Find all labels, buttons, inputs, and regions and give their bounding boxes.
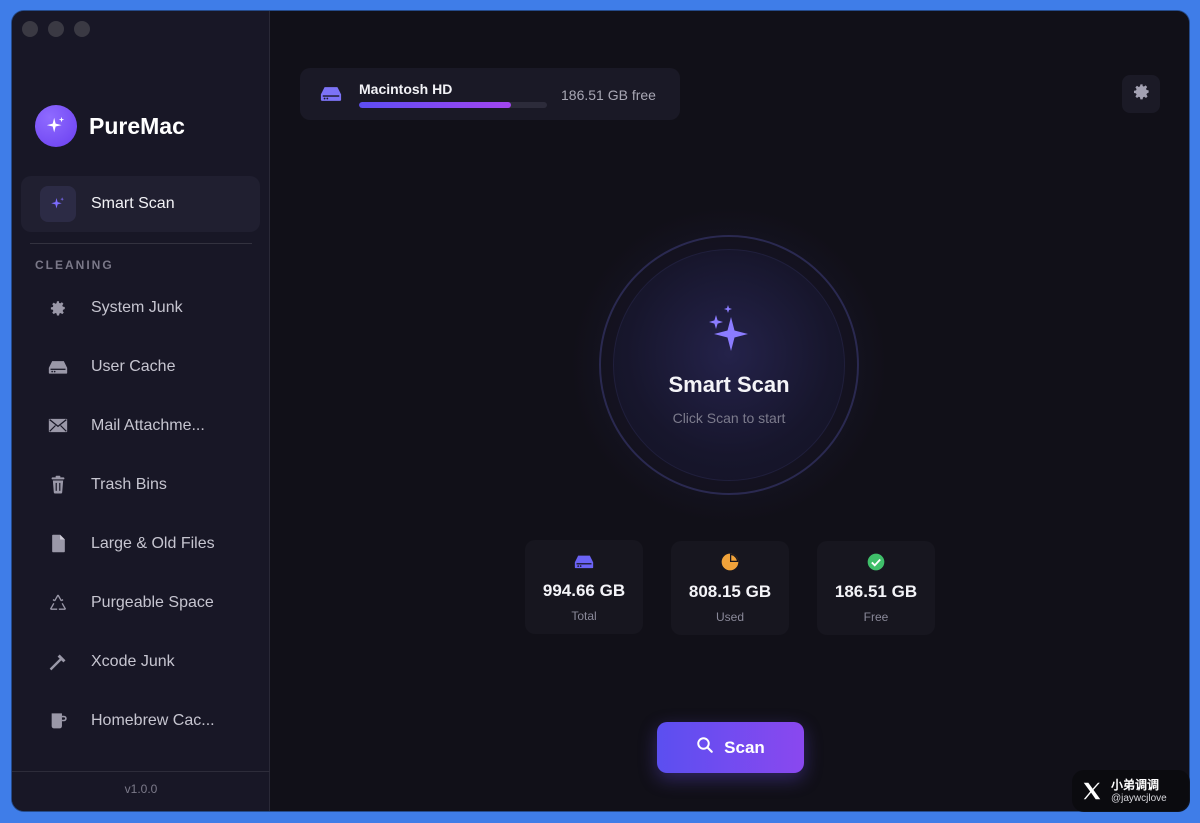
sidebar-item-label: Homebrew Cac... [91, 711, 215, 729]
sidebar-item-label: Smart Scan [91, 195, 175, 212]
sidebar-item-xcode-junk[interactable]: Xcode Junk [21, 632, 260, 691]
sidebar-item-label: Purgeable Space [91, 593, 214, 611]
window-controls [22, 21, 90, 37]
sidebar-item-label: Xcode Junk [91, 652, 175, 670]
watermark-badge: 小弟调调 @jaywcjlove [1072, 770, 1190, 812]
mail-icon [48, 416, 68, 436]
brand: PureMac [35, 105, 185, 147]
trash-icon [48, 475, 68, 495]
x-logo-icon [1081, 780, 1103, 802]
scan-subtitle: Click Scan to start [672, 410, 786, 426]
drive-icon [48, 357, 68, 377]
stat-card-total: 994.66 GB Total [525, 540, 643, 634]
minimize-window-button[interactable] [48, 21, 64, 37]
sidebar-nav: System Junk User Cache Mail Attachme... … [21, 278, 260, 750]
scan-button-label: Scan [724, 737, 765, 757]
search-icon [696, 736, 714, 759]
section-title-cleaning: CLEANING [35, 258, 114, 272]
sidebar-item-label: User Cache [91, 357, 176, 375]
stat-value: 186.51 GB [834, 582, 918, 601]
mug-icon [48, 711, 68, 731]
disk-usage-bar [359, 102, 547, 108]
sidebar-item-label: Large & Old Files [91, 534, 215, 552]
sidebar: PureMac Smart Scan CLEANING System Junk [12, 11, 270, 811]
watermark-handle: @jaywcjlove [1111, 792, 1167, 804]
sparkle-icon [40, 186, 76, 222]
sidebar-item-system-junk[interactable]: System Junk [21, 278, 260, 337]
divider [30, 243, 252, 244]
sidebar-item-user-cache[interactable]: User Cache [21, 337, 260, 396]
sparkle-icon [705, 305, 753, 366]
sidebar-item-label: System Junk [91, 298, 183, 316]
app-version: v1.0.0 [124, 782, 158, 796]
gear-icon [48, 298, 68, 318]
settings-button[interactable] [1122, 75, 1160, 113]
stat-card-used: 808.15 GB Used [671, 541, 789, 635]
scan-title: Smart Scan [668, 372, 790, 397]
divider [12, 771, 270, 772]
sparkle-logo-icon [35, 105, 77, 147]
pie-chart-icon [720, 552, 740, 572]
sidebar-item-large-old-files[interactable]: Large & Old Files [21, 514, 260, 573]
sidebar-item-purgeable-space[interactable]: Purgeable Space [21, 573, 260, 632]
gear-icon [1132, 82, 1151, 106]
app-window: PureMac Smart Scan CLEANING System Junk [12, 11, 1189, 811]
sidebar-item-mail-attachments[interactable]: Mail Attachme... [21, 396, 260, 455]
stat-value: 994.66 GB [542, 581, 626, 600]
close-window-button[interactable] [22, 21, 38, 37]
main-content: Macintosh HD 186.51 GB free Smart Scan C… [271, 11, 1189, 811]
sidebar-item-label: Mail Attachme... [91, 416, 205, 434]
disk-usage-fill [359, 102, 512, 108]
check-circle-icon [866, 552, 886, 572]
drive-icon [574, 551, 594, 571]
disk-name: Macintosh HD [359, 81, 453, 97]
disk-status-card: Macintosh HD 186.51 GB free [300, 68, 680, 120]
sidebar-item-label: Trash Bins [91, 475, 167, 493]
stat-label: Used [715, 610, 744, 624]
disk-free-label: 186.51 GB free [561, 87, 656, 103]
stat-label: Free [863, 610, 889, 624]
sidebar-item-trash-bins[interactable]: Trash Bins [21, 455, 260, 514]
document-icon [48, 534, 68, 554]
stat-label: Total [571, 609, 597, 623]
zoom-window-button[interactable] [74, 21, 90, 37]
sidebar-item-smart-scan[interactable]: Smart Scan [21, 176, 260, 232]
stat-value: 808.15 GB [688, 582, 772, 601]
app-name: PureMac [89, 112, 185, 139]
drive-icon [320, 85, 342, 107]
recycle-icon [48, 593, 68, 613]
stat-card-free: 186.51 GB Free [817, 541, 935, 635]
hammer-icon [48, 652, 68, 672]
scan-button[interactable]: Scan [657, 722, 804, 773]
sidebar-item-homebrew-cache[interactable]: Homebrew Cac... [21, 691, 260, 750]
watermark-name: 小弟调调 [1111, 777, 1160, 792]
